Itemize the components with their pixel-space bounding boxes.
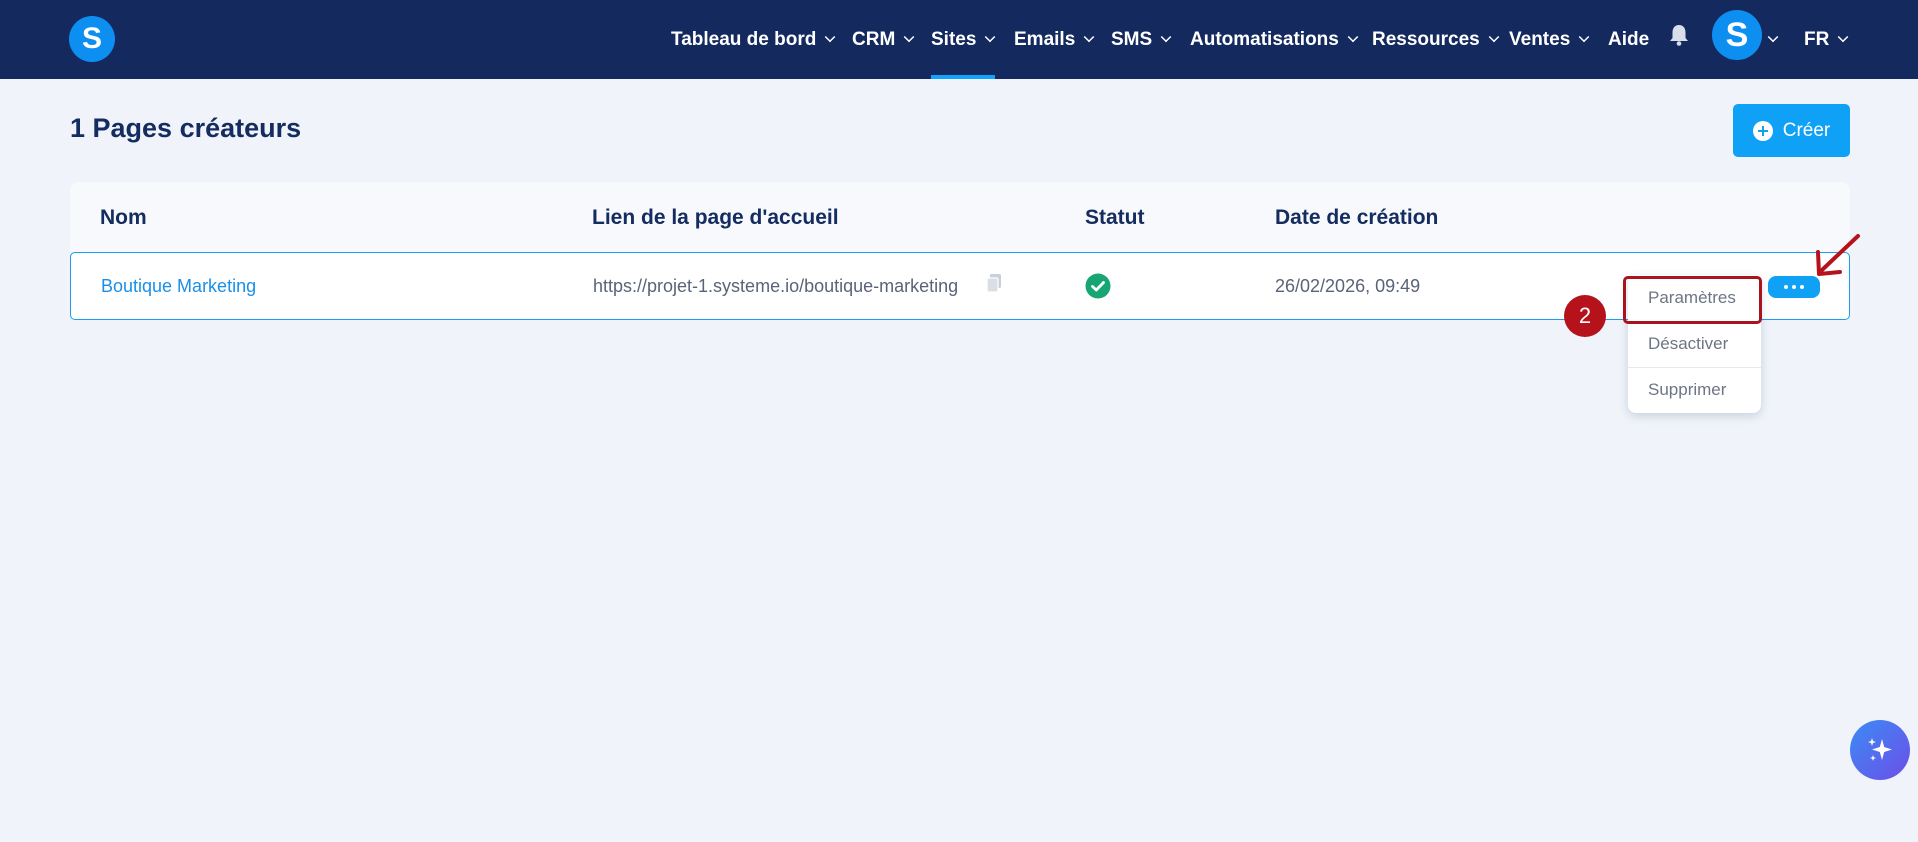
check-circle-icon xyxy=(1085,273,1111,299)
copy-icon[interactable] xyxy=(985,273,1003,295)
nav-label: SMS xyxy=(1111,28,1153,50)
nav-label: Tableau de bord xyxy=(671,28,817,50)
nav-label: Emails xyxy=(1014,28,1076,50)
plus-circle-icon xyxy=(1752,120,1773,141)
language-label: FR xyxy=(1804,28,1830,50)
nav-label: Aide xyxy=(1608,28,1650,50)
column-header-date: Date de création xyxy=(1275,206,1439,229)
language-selector[interactable]: FR xyxy=(1804,0,1849,79)
chevron-down-icon xyxy=(985,31,996,43)
top-navigation: S Tableau de bord CRM Sites Emails SMS A… xyxy=(0,0,1918,79)
ai-assistant-button[interactable] xyxy=(1850,720,1910,780)
bell-icon[interactable] xyxy=(1668,23,1690,47)
nav-label: CRM xyxy=(852,28,896,50)
chevron-down-icon xyxy=(1160,31,1172,43)
nav-item-emails[interactable]: Emails xyxy=(1014,0,1095,79)
creation-date: 26/02/2026, 09:49 xyxy=(1275,276,1421,296)
avatar[interactable]: S xyxy=(1712,10,1762,60)
nav-item-automatisations[interactable]: Automatisations xyxy=(1190,0,1359,79)
nav-item-sms[interactable]: SMS xyxy=(1111,0,1172,79)
chevron-down-icon xyxy=(1767,31,1779,43)
annotation-arrow-icon xyxy=(1816,234,1860,276)
nav-label: Sites xyxy=(931,28,977,50)
chevron-down-icon xyxy=(1347,31,1359,43)
nav-label: Ressources xyxy=(1372,28,1480,50)
annotation-highlight-box xyxy=(1623,276,1762,324)
nav-label: Automatisations xyxy=(1190,28,1339,50)
column-header-link: Lien de la page d'accueil xyxy=(592,206,839,229)
column-header-name: Nom xyxy=(100,206,147,229)
page-name-link[interactable]: Boutique Marketing xyxy=(101,276,256,297)
nav-label: Ventes xyxy=(1509,28,1571,50)
pages-table: Nom Lien de la page d'accueil Statut Dat… xyxy=(70,182,1850,320)
nav-item-aide[interactable]: Aide xyxy=(1608,0,1649,79)
chevron-down-icon xyxy=(1578,31,1590,43)
account-menu-toggle[interactable] xyxy=(1767,0,1779,79)
chevron-down-icon xyxy=(1488,31,1500,43)
nav-item-tableau-de-bord[interactable]: Tableau de bord xyxy=(671,0,836,79)
column-header-status: Statut xyxy=(1085,206,1145,229)
menu-item-supprimer[interactable]: Supprimer xyxy=(1628,367,1761,412)
nav-item-ressources[interactable]: Ressources xyxy=(1372,0,1500,79)
annotation-step-badge: 2 xyxy=(1564,295,1606,337)
logo-icon[interactable]: S xyxy=(69,16,115,62)
chevron-down-icon xyxy=(825,31,836,43)
homepage-url[interactable]: https://projet-1.systeme.io/boutique-mar… xyxy=(593,276,958,297)
more-dots-icon xyxy=(1784,285,1788,289)
create-button[interactable]: Créer xyxy=(1733,104,1850,157)
page-title: 1 Pages créateurs xyxy=(70,113,302,143)
table-header: Nom Lien de la page d'accueil Statut Dat… xyxy=(70,182,1850,252)
chevron-down-icon xyxy=(1838,31,1849,43)
nav-item-ventes[interactable]: Ventes xyxy=(1509,0,1590,79)
menu-item-desactiver[interactable]: Désactiver xyxy=(1628,321,1761,366)
chevron-down-icon xyxy=(903,31,915,43)
chevron-down-icon xyxy=(1083,31,1095,43)
nav-item-crm[interactable]: CRM xyxy=(852,0,915,79)
create-button-label: Créer xyxy=(1782,119,1831,141)
nav-item-sites[interactable]: Sites xyxy=(931,0,996,79)
sparkle-icon xyxy=(1868,738,1892,761)
